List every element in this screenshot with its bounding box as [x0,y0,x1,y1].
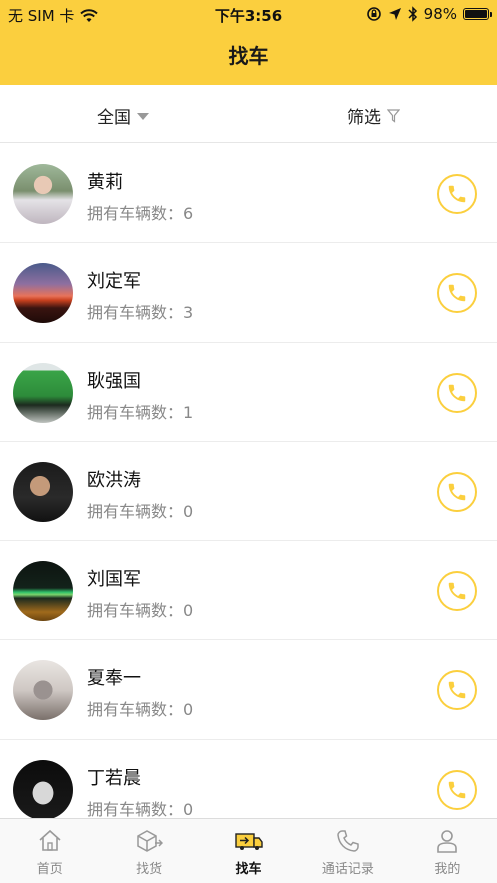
page-title: 找车 [228,44,269,68]
tab-find-goods[interactable]: 找货 [99,819,198,883]
driver-name: 耿强国 [87,370,141,392]
filter-bar: 全国 筛选 [0,85,497,143]
phone-icon [448,682,466,699]
driver-name: 黄莉 [87,172,123,193]
driver-row[interactable]: 刘国军 拥有车辆数：0 [0,541,497,641]
tab-find-vehicle[interactable]: 找车 [199,819,298,883]
call-button[interactable] [437,174,477,214]
driver-name: 欧洪涛 [87,469,141,491]
vehicle-count: 拥有车辆数：0 [87,799,194,818]
tab-home[interactable]: 首页 [0,819,99,883]
call-button[interactable] [437,571,477,612]
driver-row[interactable]: 欧洪涛 拥有车辆数：0 [0,441,497,542]
phone-icon [448,582,466,600]
call-button[interactable] [437,670,477,711]
driver-name: 刘国军 [87,569,141,591]
truck-icon [234,833,263,850]
tab-label: 找车 [235,862,262,877]
phone-icon [337,830,359,852]
battery-icon [463,8,492,20]
bluetooth-icon [408,6,417,22]
driver-row[interactable]: 夏奉一 拥有车辆数：0 [0,640,497,740]
avatar [13,362,73,423]
filter-button[interactable]: 筛选 [347,103,400,128]
phone-icon [448,781,466,799]
call-button[interactable] [437,273,477,314]
driver-row[interactable]: 刘定军 拥有车辆数：3 [0,243,497,343]
call-button[interactable] [437,372,477,413]
phone-icon [448,185,466,203]
avatar [13,660,73,721]
vehicle-count: 拥有车辆数：0 [87,601,194,621]
dropdown-arrow-icon [137,113,149,120]
tab-label: 通话记录 [321,862,374,877]
phone-icon [448,285,466,302]
avatar [13,164,73,224]
avatar [13,561,73,622]
region-filter-label: 全国 [97,108,131,128]
tab-me[interactable]: 我的 [398,819,497,883]
vehicle-count: 拥有车辆数：3 [87,303,194,323]
funnel-icon [387,108,400,123]
tab-bar: 首页 找货 找车 通话记录 我的 [0,818,497,883]
filter-label: 筛选 [347,108,381,128]
battery-percent: 98% [423,5,457,23]
tab-label: 首页 [36,862,63,877]
driver-row[interactable]: 丁若晨 拥有车辆数：0 [0,739,497,818]
driver-name: 刘定军 [87,271,141,293]
vehicle-count: 拥有车辆数：1 [87,402,194,422]
tab-call-records[interactable]: 通话记录 [298,819,397,883]
status-bar: 无 SIM 卡 下午3:56 98% [0,0,497,28]
tab-label: 找货 [136,862,163,877]
driver-list: 黄莉 拥有车辆数：6 刘定军 拥有车辆数：3 耿强国 拥有车辆数：1 欧洪涛 拥… [0,144,497,818]
vehicle-count: 拥有车辆数：0 [87,501,194,521]
avatar [13,759,73,818]
vehicle-count: 拥有车辆数：0 [87,700,194,720]
avatar [13,263,73,324]
driver-name: 丁若晨 [87,767,141,789]
box-icon [137,830,164,852]
call-button[interactable] [437,471,477,512]
tab-label: 我的 [434,862,461,877]
region-filter-button[interactable]: 全国 [97,103,149,128]
phone-icon [448,384,466,401]
driver-row[interactable]: 黄莉 拥有车辆数：6 [0,144,497,244]
person-icon [437,830,458,853]
location-icon [388,8,401,20]
driver-row[interactable]: 耿强国 拥有车辆数：1 [0,342,497,442]
avatar [13,461,73,522]
home-icon [39,829,61,851]
vehicle-count: 拥有车辆数：6 [87,204,194,223]
call-button[interactable] [437,769,477,810]
phone-icon [448,483,466,501]
driver-name: 夏奉一 [87,668,141,690]
rotation-lock-icon [366,7,381,21]
top-bar: 无 SIM 卡 下午3:56 98% 找车 [0,0,497,85]
